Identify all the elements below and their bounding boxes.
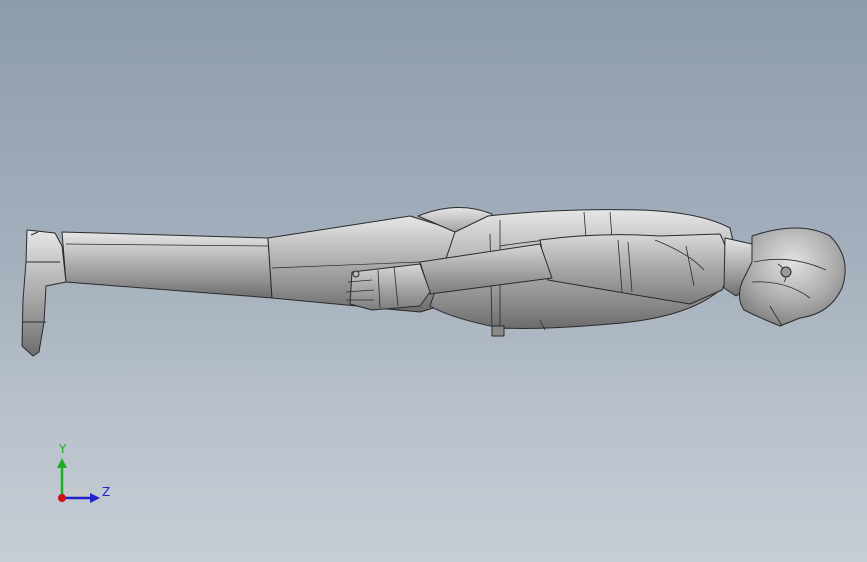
- head: [738, 227, 846, 327]
- x-axis-point: [58, 494, 66, 502]
- graphics-viewport[interactable]: Y Z: [0, 0, 867, 562]
- y-axis-label: Y: [59, 442, 67, 456]
- y-axis-arrow: [57, 458, 67, 468]
- coordinate-triad: Y Z: [40, 436, 130, 516]
- lower-leg: [61, 231, 273, 299]
- foot: [21, 229, 67, 357]
- hand: [349, 263, 431, 311]
- mannequin-body: [21, 206, 846, 357]
- axis-triad-graphic: [57, 458, 100, 503]
- mannequin-model[interactable]: [0, 0, 867, 562]
- z-axis-label: Z: [102, 485, 111, 499]
